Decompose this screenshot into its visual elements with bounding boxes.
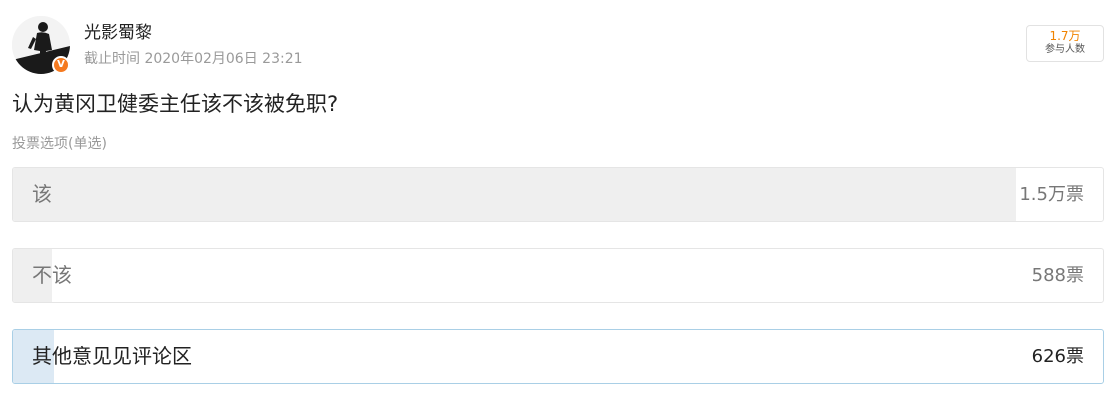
poll-option-1[interactable]: 该 1.5万票 — [12, 167, 1104, 222]
poll-type-label: 投票选项(单选) — [12, 136, 107, 152]
option-votes: 1.5万票 — [1019, 184, 1084, 205]
option-label: 该 — [32, 182, 52, 206]
poll-option-3[interactable]: 其他意见见评论区 626票 — [12, 329, 1104, 384]
poll-question: 认为黄冈卫健委主任该不该被免职? — [12, 92, 339, 116]
participants-box: 1.7万 参与人数 — [1026, 25, 1104, 62]
option-label: 不该 — [32, 263, 72, 287]
deadline-text: 截止时间 2020年02月06日 23:21 — [84, 51, 303, 67]
participants-count: 1.7万 — [1049, 29, 1081, 43]
option-votes: 626票 — [1031, 346, 1084, 367]
option-vote-bar — [13, 168, 1016, 221]
verified-badge-icon: V — [52, 56, 70, 74]
username[interactable]: 光影蜀黎 — [84, 23, 152, 43]
poll-header: V 光影蜀黎 截止时间 2020年02月06日 23:21 1.7万 参与人数 — [12, 14, 1104, 78]
option-votes: 588票 — [1031, 265, 1084, 286]
participants-label: 参与人数 — [1045, 44, 1085, 55]
poll-option-2[interactable]: 不该 588票 — [12, 248, 1104, 303]
option-label: 其他意见见评论区 — [32, 344, 192, 368]
